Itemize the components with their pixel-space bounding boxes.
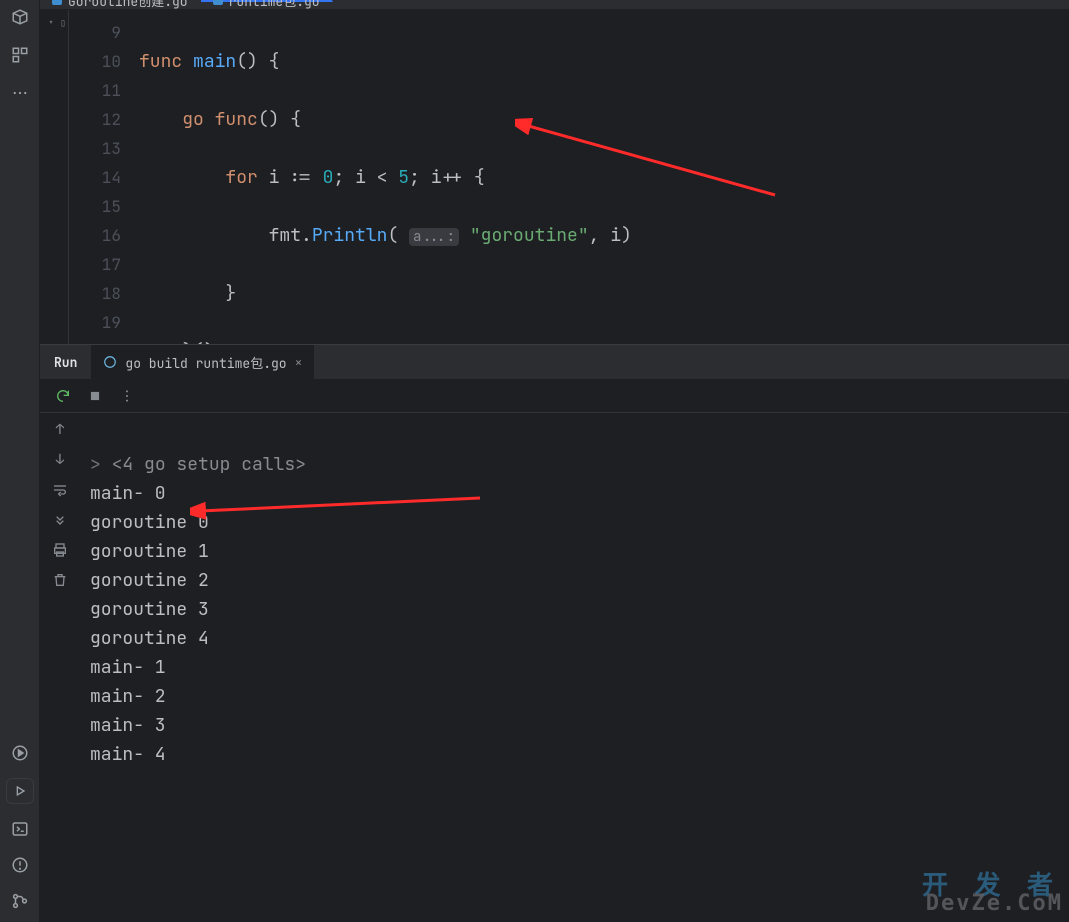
structure-icon[interactable] bbox=[9, 44, 31, 66]
console-output[interactable]: > <4 go setup calls> main- 0 goroutine 0… bbox=[80, 413, 1069, 922]
tab-label: runtime包.go bbox=[229, 0, 320, 10]
watermark-text-en: DevZe.CoM bbox=[926, 889, 1063, 918]
print-icon[interactable] bbox=[51, 541, 69, 559]
annotation-arrow bbox=[190, 493, 490, 523]
go-run-icon bbox=[103, 355, 117, 369]
tab-runtime[interactable]: runtime包.go bbox=[201, 0, 333, 2]
console-left-toolbar: ↑ ↓ bbox=[40, 413, 80, 922]
more-options-icon[interactable] bbox=[118, 387, 136, 405]
run-config-label: go build runtime包.go bbox=[125, 353, 286, 372]
fold-chevron-icon[interactable]: > bbox=[90, 453, 101, 476]
more-icon[interactable] bbox=[9, 82, 31, 104]
trash-icon[interactable] bbox=[51, 571, 69, 589]
close-icon[interactable]: × bbox=[295, 354, 303, 371]
project-icon[interactable] bbox=[9, 6, 31, 28]
rerun-icon[interactable] bbox=[54, 387, 72, 405]
go-file-icon bbox=[213, 0, 223, 5]
version-control-icon[interactable] bbox=[9, 890, 31, 912]
left-tool-rail bbox=[0, 0, 40, 922]
fold-bar[interactable] bbox=[68, 10, 80, 344]
run-header: Run go build runtime包.go × bbox=[40, 345, 1069, 379]
line-numbers: 9 10 11 12 13 14 15 16 17 18 19 20 21 22… bbox=[80, 10, 135, 344]
scroll-up-icon[interactable]: ↑ bbox=[51, 421, 69, 439]
soft-wrap-icon[interactable] bbox=[51, 481, 69, 499]
go-file-icon bbox=[52, 0, 62, 5]
tab-label: Goroutine创建.go bbox=[68, 0, 188, 10]
run-config-tab[interactable]: go build runtime包.go × bbox=[91, 345, 314, 379]
code-content[interactable]: func main() { go func() { for i := 0; i … bbox=[135, 10, 1069, 344]
scroll-down-icon[interactable]: ↓ bbox=[51, 451, 69, 469]
run-title: Run bbox=[40, 354, 91, 371]
services-icon[interactable] bbox=[9, 742, 31, 764]
gutter-breakpoints[interactable]: ▾ ▯ bbox=[40, 10, 68, 344]
stop-icon[interactable] bbox=[86, 387, 104, 405]
run-toolbar bbox=[40, 379, 1069, 413]
editor-tabstrip: Goroutine创建.go runtime包.go bbox=[40, 0, 1069, 10]
terminal-icon[interactable] bbox=[9, 818, 31, 840]
problems-icon[interactable] bbox=[9, 854, 31, 876]
run-panel: Run go build runtime包.go × ↑ ↓ bbox=[40, 344, 1069, 922]
code-editor[interactable]: ▾ ▯ 9 10 11 12 13 14 15 16 17 18 19 20 2… bbox=[40, 10, 1069, 344]
scroll-to-end-icon[interactable] bbox=[51, 511, 69, 529]
run-tool-icon[interactable] bbox=[6, 778, 34, 804]
